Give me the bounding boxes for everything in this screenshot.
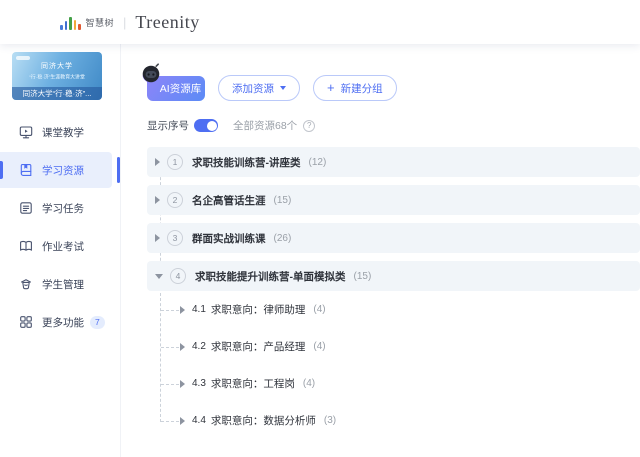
sidebar-item-classroom-teaching[interactable]: 课堂教学 xyxy=(0,114,112,150)
expand-caret-icon[interactable] xyxy=(180,343,185,351)
child-title: 求职意向：律师助理 xyxy=(211,302,306,317)
sidebar-item-label: 更多功能 xyxy=(42,315,84,330)
ai-button-label: AI资源库 xyxy=(160,81,201,96)
sidebar-item-label: 学生管理 xyxy=(42,277,84,292)
plus-icon: + xyxy=(327,81,335,94)
group-row-1[interactable]: 1 求职技能训练营-讲座类 (12) xyxy=(147,147,640,177)
ai-resource-library-button[interactable]: AI资源库 xyxy=(147,76,205,101)
show-order-toggle[interactable] xyxy=(194,119,218,132)
sidebar-item-learning-tasks[interactable]: 学习任务 xyxy=(0,190,112,226)
expand-caret-icon[interactable] xyxy=(180,380,185,388)
ai-robot-icon xyxy=(140,62,162,84)
sidebar-nav: 课堂教学学习资源学习任务作业考试学生管理更多功能 7 xyxy=(0,114,120,340)
child-row-4.3[interactable]: 4.3 求职意向：工程岗 (4) xyxy=(147,365,640,402)
group-row-2[interactable]: 2 名企高管话生涯 (15) xyxy=(147,185,640,215)
child-row-4.2[interactable]: 4.2 求职意向：产品经理 (4) xyxy=(147,328,640,365)
expand-caret-icon[interactable] xyxy=(155,196,160,204)
child-row-4.1[interactable]: 4.1 求职意向：律师助理 (4) xyxy=(147,291,640,328)
student-icon xyxy=(19,277,33,291)
group-title: 求职技能提升训练营-单面模拟类 xyxy=(195,269,346,284)
grid-icon xyxy=(19,315,33,329)
brand-divider: | xyxy=(123,15,126,30)
child-number: 4.3 xyxy=(192,378,206,389)
child-row-4.4[interactable]: 4.4 求职意向：数据分析师 (3) xyxy=(147,402,640,439)
add-resource-button[interactable]: 添加资源 xyxy=(218,75,300,101)
course-card-logo xyxy=(16,56,30,60)
course-card[interactable]: 同济大学 “行·稳·济”生涯教育大讲堂 同济大学“行·稳·济”... xyxy=(12,52,102,100)
group-count: (12) xyxy=(309,157,327,168)
collapse-caret-icon[interactable] xyxy=(155,274,163,279)
expand-caret-icon[interactable] xyxy=(155,234,160,242)
group-row-3[interactable]: 3 群面实战训练课 (26) xyxy=(147,223,640,253)
new-group-button[interactable]: + 新建分组 xyxy=(313,75,397,101)
group-number-badge: 3 xyxy=(167,230,183,246)
child-count: (4) xyxy=(303,378,315,389)
expand-caret-icon[interactable] xyxy=(180,306,185,314)
child-number: 4.1 xyxy=(192,304,206,315)
sidebar-item-label: 课堂教学 xyxy=(42,125,84,140)
brand-name-cn: 智慧树 xyxy=(86,16,115,29)
brand: 智慧树 | Treenity xyxy=(60,12,200,33)
group-count: (26) xyxy=(274,233,292,244)
sidebar-item-label: 作业考试 xyxy=(42,239,84,254)
sidebar-item-student-management[interactable]: 学生管理 xyxy=(0,266,112,302)
child-title: 求职意向：工程岗 xyxy=(211,376,295,391)
add-resource-label: 添加资源 xyxy=(232,81,274,96)
child-title: 求职意向：产品经理 xyxy=(211,339,306,354)
sidebar-item-label: 学习资源 xyxy=(42,163,84,178)
sidebar: 同济大学 “行·稳·济”生涯教育大讲堂 同济大学“行·稳·济”... 课堂教学学… xyxy=(0,44,121,457)
group-number-badge: 2 xyxy=(167,192,183,208)
more-features-badge: 7 xyxy=(90,316,105,329)
child-count: (3) xyxy=(324,415,336,426)
toolbar: AI资源库 添加资源 + 新建分组 xyxy=(147,75,640,101)
new-group-label: 新建分组 xyxy=(341,81,383,96)
expand-caret-icon[interactable] xyxy=(155,158,160,166)
total-resources-text: 全部资源68个 xyxy=(233,118,297,133)
group-title: 求职技能训练营-讲座类 xyxy=(192,155,301,170)
equalizer-logo-icon xyxy=(60,15,81,30)
course-card-title: 同济大学 xyxy=(12,61,102,71)
expand-caret-icon[interactable] xyxy=(180,417,185,425)
group-count: (15) xyxy=(274,195,292,206)
resource-tree: 1 求职技能训练营-讲座类 (12) 2 名企高管话生涯 (15) 3 群面实战训练课 (26)… xyxy=(147,147,640,439)
sidebar-item-homework-exam[interactable]: 作业考试 xyxy=(0,228,112,264)
book-icon xyxy=(19,163,33,177)
group-title: 群面实战训练课 xyxy=(192,231,266,246)
help-icon[interactable]: ? xyxy=(303,120,315,132)
child-number: 4.4 xyxy=(192,415,206,426)
course-card-footer: 同济大学“行·稳·济”... xyxy=(12,87,102,100)
sidebar-item-learning-resources[interactable]: 学习资源 xyxy=(0,152,112,188)
main-content: AI资源库 添加资源 + 新建分组 显示序号 全部资源68个 ? 1 求职技能训练… xyxy=(121,44,640,457)
filter-row: 显示序号 全部资源68个 ? xyxy=(147,118,640,133)
exam-icon xyxy=(19,239,33,253)
task-icon xyxy=(19,201,33,215)
child-count: (4) xyxy=(313,304,325,315)
course-card-subtitle: “行·稳·济”生涯教育大讲堂 xyxy=(20,73,94,80)
dropdown-caret-icon xyxy=(280,86,286,90)
group-row-4[interactable]: 4 求职技能提升训练营-单面模拟类 (15) xyxy=(147,261,640,291)
top-header: 智慧树 | Treenity xyxy=(0,0,640,44)
child-number: 4.2 xyxy=(192,341,206,352)
child-title: 求职意向：数据分析师 xyxy=(211,413,316,428)
group-number-badge: 4 xyxy=(170,268,186,284)
sidebar-item-more-features[interactable]: 更多功能 7 xyxy=(0,304,112,340)
child-count: (4) xyxy=(313,341,325,352)
group-title: 名企高管话生涯 xyxy=(192,193,266,208)
sidebar-item-label: 学习任务 xyxy=(42,201,84,216)
presentation-icon xyxy=(19,125,33,139)
group-count: (15) xyxy=(354,271,372,282)
brand-name-en: Treenity xyxy=(135,12,199,33)
group-number-badge: 1 xyxy=(167,154,183,170)
show-order-label: 显示序号 xyxy=(147,118,189,133)
